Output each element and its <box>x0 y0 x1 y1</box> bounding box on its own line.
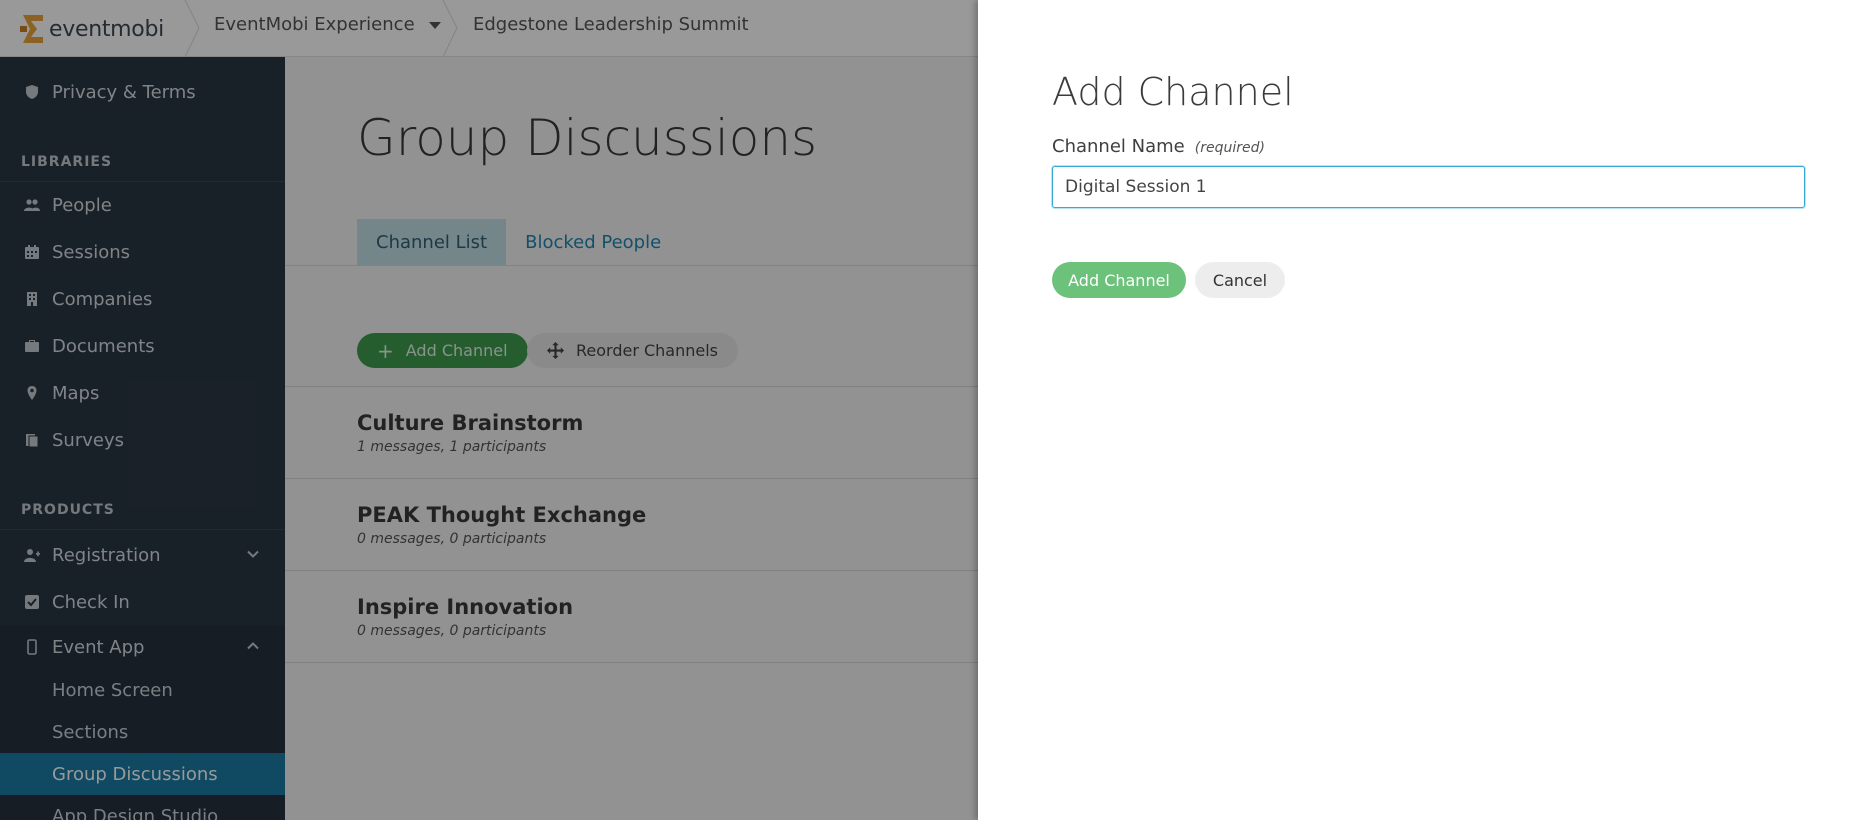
channel-name-input[interactable] <box>1052 166 1805 208</box>
add-channel-submit-button[interactable]: Add Channel <box>1052 262 1186 298</box>
field-label-text: Channel Name <box>1052 136 1185 157</box>
cancel-button[interactable]: Cancel <box>1195 262 1285 298</box>
panel-title: Add Channel <box>1052 70 1294 114</box>
required-hint: (required) <box>1194 140 1265 156</box>
channel-name-label: Channel Name (required) <box>1052 136 1265 157</box>
modal-backdrop[interactable] <box>0 0 978 820</box>
add-channel-panel: Add Channel Channel Name (required) Add … <box>978 0 1860 820</box>
